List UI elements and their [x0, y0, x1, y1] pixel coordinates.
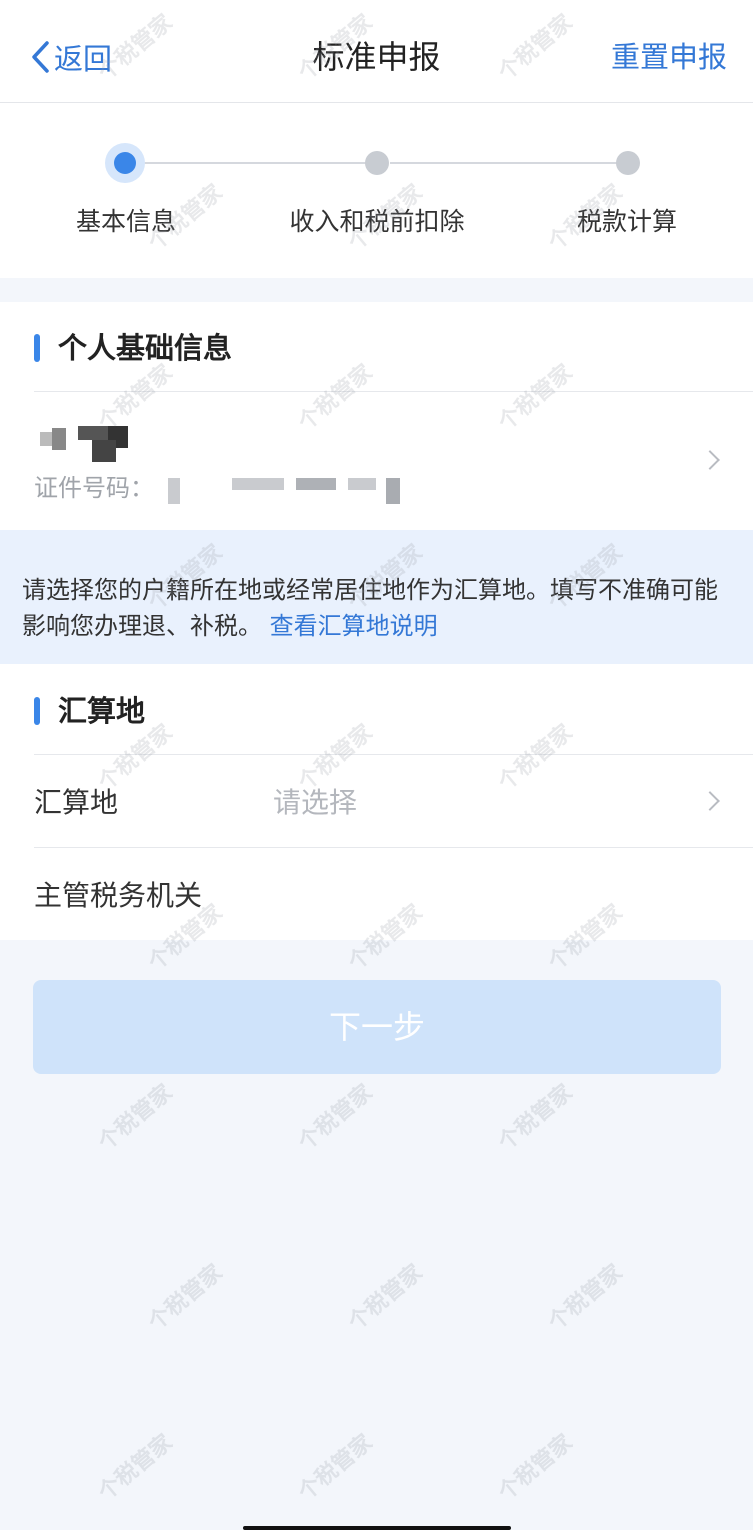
- step-label-tax-calc: 税款计算: [576, 207, 677, 236]
- region-label: 汇算地: [34, 786, 119, 819]
- chevron-right-icon: [700, 450, 720, 470]
- next-step-button[interactable]: 下一步: [33, 980, 721, 1074]
- id-number-label: 证件号码：: [34, 474, 154, 502]
- section-title-settlement: 汇算地: [34, 691, 145, 731]
- home-indicator[interactable]: [243, 1526, 511, 1530]
- person-info-row[interactable]: 证件号码：: [0, 392, 753, 530]
- watermark: 个税管家: [93, 1430, 178, 1506]
- watermark: 个税管家: [293, 1430, 378, 1506]
- step-dot-active: [105, 143, 145, 183]
- watermark: 个税管家: [493, 1430, 578, 1506]
- step-indicator: 基本信息 收入和税前扣除 税款计算: [0, 103, 753, 278]
- watermark: 个税管家: [343, 1260, 428, 1336]
- step-dot: [365, 151, 389, 175]
- settlement-region-picker[interactable]: 汇算地 请选择: [0, 755, 753, 847]
- chevron-right-icon: [700, 791, 720, 811]
- step-label-basic-info: 基本信息: [75, 207, 176, 236]
- watermark: 个税管家: [543, 1260, 628, 1336]
- notice-text: 请选择您的户籍所在地或经常居住地作为汇算地。填写不准确可能影响您办理退、补税。 …: [22, 576, 718, 640]
- tax-office-row: 主管税务机关: [0, 848, 753, 940]
- tax-office-label: 主管税务机关: [34, 879, 203, 912]
- watermark: 个税管家: [493, 1080, 578, 1156]
- region-placeholder: 请选择: [273, 786, 358, 819]
- section-title-personal: 个人基础信息: [34, 328, 232, 368]
- settlement-card: 汇算地 汇算地 请选择 主管税务机关: [0, 664, 753, 940]
- watermark: 个税管家: [93, 1080, 178, 1156]
- watermark: 个税管家: [293, 1080, 378, 1156]
- step-connector: [140, 162, 370, 164]
- nav-bar: 返回 标准申报 重置申报: [0, 0, 753, 103]
- step-connector: [390, 162, 620, 164]
- settlement-explanation-link[interactable]: 查看汇算地说明: [270, 612, 438, 640]
- notice-banner: 请选择您的户籍所在地或经常居住地作为汇算地。填写不准确可能影响您办理退、补税。 …: [0, 530, 753, 664]
- reset-declaration-button[interactable]: 重置申报: [611, 34, 727, 80]
- watermark: 个税管家: [143, 1260, 228, 1336]
- step-label-income: 收入和税前扣除: [289, 207, 465, 236]
- step-dot: [616, 151, 640, 175]
